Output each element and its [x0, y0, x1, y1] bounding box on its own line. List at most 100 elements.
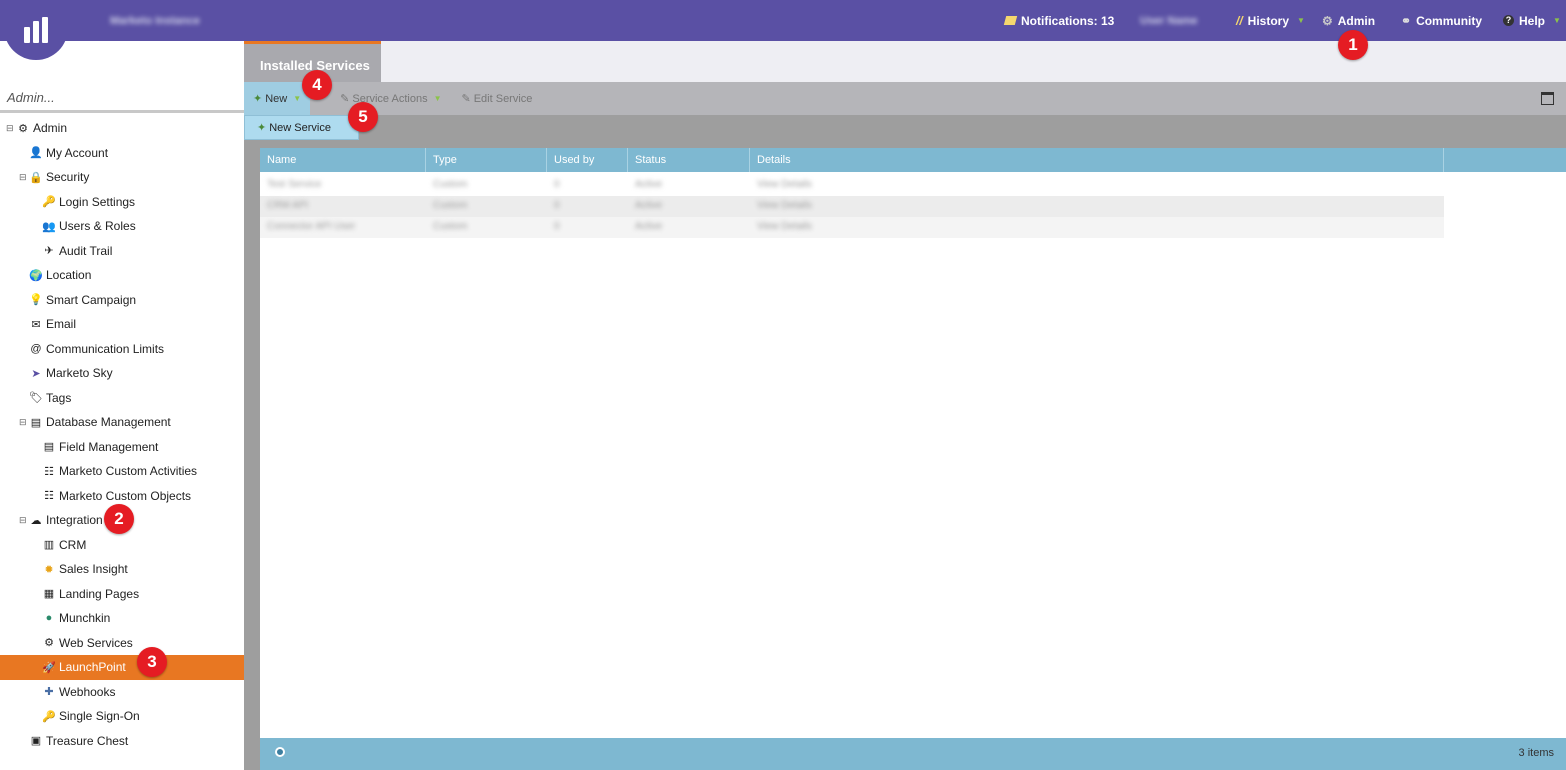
grid-footer: 3 items — [260, 738, 1566, 770]
maximize-icon[interactable] — [1541, 92, 1554, 105]
community-label: Community — [1416, 13, 1483, 28]
bird-icon: ➤ — [31, 367, 41, 380]
callout-badge: 5 — [348, 102, 378, 132]
tree-item-label: Webhooks — [59, 684, 116, 699]
collapse-icon[interactable]: ⊟ — [19, 172, 28, 183]
collapse-icon[interactable]: ⊟ — [19, 515, 28, 526]
tree-item-smart-campaign[interactable]: 💡 Smart Campaign — [0, 288, 244, 313]
tree-item-landing-pages[interactable]: ▦ Landing Pages — [0, 582, 244, 607]
lock-icon: 🔒 — [29, 171, 43, 184]
column-header-status[interactable]: Status — [628, 148, 750, 172]
tree-item-label: Tags — [46, 390, 72, 405]
tree-item-audit-trail[interactable]: ✈ Audit Trail — [0, 239, 244, 264]
tree-item-label: Marketo Sky — [46, 366, 113, 381]
sidebar-splitter[interactable] — [244, 41, 260, 770]
tree-item-location[interactable]: 🌍 Location — [0, 263, 244, 288]
tree-item-webhooks[interactable]: ✚ Webhooks — [0, 680, 244, 705]
key-icon: 🔑 — [42, 196, 56, 209]
at-icon: @ — [30, 342, 42, 355]
sidebar-search-input[interactable]: Admin... — [0, 85, 244, 113]
column-header-type[interactable]: Type — [426, 148, 547, 172]
cell-type: Custom — [433, 179, 468, 190]
tree-item-label: Sales Insight — [59, 562, 128, 577]
table-row[interactable]: CRM API Custom 0 Active View Details — [260, 196, 1444, 217]
new-icon: ✦ — [253, 93, 263, 105]
cell-type: Custom — [433, 221, 468, 232]
activity-icon: ☷ — [44, 465, 54, 478]
item-count: 3 items — [1518, 747, 1554, 759]
callout-badge: 1 — [1338, 30, 1368, 60]
tree-item-my-account[interactable]: 👤 My Account — [0, 141, 244, 166]
tree-item-label: Web Services — [59, 635, 133, 650]
tree-item-database-management[interactable]: ⊟ ▤ Database Management — [0, 410, 244, 435]
tree-item-custom-activities[interactable]: ☷ Marketo Custom Activities — [0, 459, 244, 484]
tree-item-single-sign-on[interactable]: 🔑 Single Sign-On — [0, 704, 244, 729]
tree-item-login-settings[interactable]: 🔑 Login Settings — [0, 190, 244, 215]
new-button[interactable]: ✦ New ▼ — [244, 82, 311, 115]
cell-name: Test Service — [267, 179, 322, 190]
refresh-icon[interactable] — [275, 747, 285, 757]
tree-item-label: Email — [46, 317, 77, 332]
tree-item-label: Login Settings — [59, 194, 136, 209]
tree-item-label: Audit Trail — [59, 243, 113, 258]
tree-item-label: Field Management — [59, 439, 159, 454]
tree-item-label: Users & Roles — [59, 219, 136, 234]
collapse-icon[interactable]: ⊟ — [6, 123, 15, 134]
column-header-used-by[interactable]: Used by — [547, 148, 628, 172]
tree-item-label: Database Management — [46, 415, 171, 430]
notifications-link[interactable]: Notifications: 13 — [1003, 0, 1114, 41]
tree-item-field-management[interactable]: ▤ Field Management — [0, 435, 244, 460]
object-icon: ☷ — [44, 490, 54, 503]
history-icon: // — [1236, 13, 1243, 28]
account-name: Marketo Instance — [110, 0, 200, 41]
user-icon: 👤 — [29, 147, 43, 160]
tree-item-web-services[interactable]: ⚙ Web Services — [0, 631, 244, 656]
admin-tree: ⊟ ⚙ Admin 👤 My Account ⊟ 🔒 Security 🔑 Login Se… — [0, 116, 244, 753]
cell-name: Connector API User — [267, 221, 356, 232]
webservice-icon: ⚙ — [44, 637, 54, 650]
table-row[interactable]: Test Service Custom 0 Active View Detail… — [260, 175, 1444, 196]
tree-item-security[interactable]: ⊟ 🔒 Security — [0, 165, 244, 190]
field-icon: ▤ — [43, 441, 55, 454]
callout-badge: 3 — [137, 647, 167, 677]
tree-item-tags[interactable]: 🏷 Tags — [0, 386, 244, 411]
gear-icon: ⚙ — [1322, 13, 1333, 28]
edit-service-button[interactable]: ✎ Edit Service — [462, 92, 533, 106]
tree-item-launchpoint[interactable]: 🚀 LaunchPoint — [0, 655, 244, 680]
collapse-icon[interactable]: ⊟ — [19, 417, 28, 428]
tree-item-label: Location — [46, 268, 92, 283]
tree-item-communication-limits[interactable]: @ Communication Limits — [0, 337, 244, 362]
tree-item-email[interactable]: ✉ Email — [0, 312, 244, 337]
callout-badge: 4 — [302, 70, 332, 100]
gear-icon: ⚙ — [18, 122, 28, 135]
new-service-menu-item[interactable]: ✦ New Service — [244, 115, 359, 140]
tree-item-admin[interactable]: ⊟ ⚙ Admin — [0, 116, 244, 141]
tree-item-munchkin[interactable]: ● Munchkin — [0, 606, 244, 631]
cell-used-by: 0 — [554, 221, 560, 232]
grid-top-bar — [260, 115, 1566, 148]
table-row[interactable]: Connector API User Custom 0 Active View … — [260, 217, 1444, 238]
top-bar: Marketo Instance Notifications: 13 User … — [0, 0, 1566, 60]
user-menu[interactable]: User Name — [1140, 0, 1197, 41]
help-menu[interactable]: ? Help ▼ — [1503, 0, 1561, 41]
webhook-icon: ✚ — [44, 686, 54, 699]
database-icon: ▤ — [30, 416, 42, 429]
help-label: Help — [1519, 13, 1546, 28]
column-header-name[interactable]: Name — [260, 148, 426, 172]
tree-item-treasure-chest[interactable]: ▣ Treasure Chest — [0, 729, 244, 754]
column-header-label: Details — [757, 154, 791, 166]
new-label: New — [265, 92, 288, 105]
chevron-down-icon: ▼ — [1297, 16, 1305, 25]
tree-item-crm[interactable]: ▥ CRM — [0, 533, 244, 558]
community-link[interactable]: ⚭ Community — [1401, 0, 1482, 41]
history-menu[interactable]: // History ▼ — [1236, 0, 1305, 41]
tree-item-sales-insight[interactable]: ✹ Sales Insight — [0, 557, 244, 582]
cell-details[interactable]: View Details — [757, 221, 812, 234]
cell-type: Custom — [433, 200, 468, 211]
column-header-details[interactable]: Details — [750, 148, 1444, 172]
tree-item-marketo-sky[interactable]: ➤ Marketo Sky — [0, 361, 244, 386]
chevron-down-icon: ▼ — [433, 94, 442, 103]
cell-details[interactable]: View Details — [757, 179, 812, 192]
cell-details[interactable]: View Details — [757, 200, 812, 213]
tree-item-users-roles[interactable]: 👥 Users & Roles — [0, 214, 244, 239]
